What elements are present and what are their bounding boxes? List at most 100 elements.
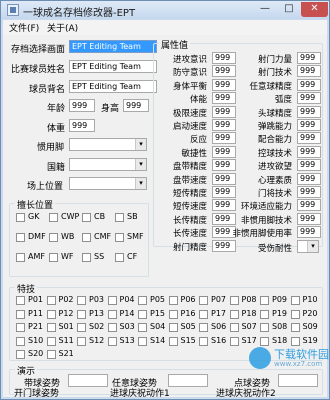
position-checkbox-smf[interactable] [115,233,124,242]
special-checkbox-s14[interactable] [138,336,147,346]
special-checkbox-s05[interactable] [168,323,178,332]
attr-field-left-1[interactable]: 999 [212,65,236,78]
attr-field-right-9[interactable]: 999 [297,172,321,185]
attr-field-right-10[interactable]: 999 [297,186,321,198]
special-checkbox-s01[interactable] [46,323,56,332]
attr-field-left-2[interactable]: 999 [212,78,236,91]
attr-field-right-2[interactable]: 999 [297,78,321,91]
special-checkbox-s06[interactable] [199,323,208,332]
foot-select[interactable]: ▾ [69,138,147,151]
position-checkbox-wb[interactable] [49,233,58,242]
special-checkbox-s15[interactable] [168,336,178,346]
special-checkbox-p06[interactable] [168,296,178,305]
match-name-field[interactable]: EPT Editing Team [69,60,157,73]
close-button[interactable]: ✕ [301,2,328,17]
position-checkbox-wf[interactable] [49,253,58,262]
attr-field-left-9[interactable]: 999 [212,172,236,185]
minimize-button[interactable]: — [253,2,277,17]
position-checkbox-gk[interactable] [16,213,25,222]
special-checkbox-p02[interactable] [46,296,56,305]
attr-field-left-11[interactable]: 999 [212,199,236,212]
position-checkbox-amf[interactable] [16,253,25,262]
special-checkbox-s17[interactable] [229,336,239,346]
menu-file[interactable]: 文件(F) [9,21,39,34]
position-checkbox-cwp[interactable] [49,213,58,222]
special-checkbox-s10[interactable] [16,336,25,346]
special-checkbox-p10[interactable] [290,296,300,305]
attr-field-right-6[interactable]: 999 [297,132,321,145]
attr-field-left-0[interactable]: 999 [212,52,236,64]
performance-field-1[interactable] [168,374,208,387]
position-label-amf: AMF [28,252,45,261]
maximize-button[interactable]: □ [277,2,301,17]
special-checkbox-p03[interactable] [77,296,86,305]
attr-field-right-5[interactable]: 999 [297,119,321,131]
attr-field-left-5[interactable]: 999 [212,119,236,131]
attr-field-left-4[interactable]: 999 [212,105,236,118]
special-checkbox-p11[interactable] [16,309,25,319]
attr-field-left-14[interactable]: 999 [212,239,236,252]
position-checkbox-cf[interactable] [115,253,124,262]
special-checkbox-p08[interactable] [229,296,239,305]
special-checkbox-p15[interactable] [138,309,147,319]
attr-field-right-1[interactable]: 999 [297,65,321,78]
attr-label-left-13: 长传速度 [172,229,207,240]
special-checkbox-s09[interactable] [290,323,300,332]
attr-field-right-4[interactable]: 999 [297,105,321,118]
position-checkbox-cmf[interactable] [82,233,91,242]
special-checkbox-s07[interactable] [229,323,239,332]
attr-field-left-3[interactable]: 999 [212,92,236,105]
attr-field-right-11[interactable]: 999 [297,199,321,212]
position-checkbox-sb[interactable] [115,213,124,222]
performance-field-2[interactable] [278,374,318,387]
attr-field-left-12[interactable]: 999 [212,212,236,225]
special-checkbox-p14[interactable] [107,309,117,319]
special-checkbox-p05[interactable] [138,296,147,305]
save-select-field[interactable]: EPT Editing Team [69,40,157,53]
attr-field-right-7[interactable]: 999 [297,145,321,158]
special-checkbox-p16[interactable] [168,309,178,319]
special-checkbox-s04[interactable] [138,323,147,332]
special-checkbox-p09[interactable] [260,296,269,305]
attr-field-left-8[interactable]: 999 [212,159,236,172]
weight-field[interactable]: 999 [69,119,95,132]
attr-field-right-8[interactable]: 999 [297,159,321,172]
special-checkbox-s08[interactable] [260,323,269,332]
attr-field-right-13[interactable]: 999 [297,226,321,239]
special-checkbox-p01[interactable] [16,296,25,305]
nation-select[interactable]: ▾ [69,158,147,171]
special-checkbox-p18[interactable] [229,309,239,319]
special-checkbox-p12[interactable] [46,309,56,319]
performance-field-0[interactable] [68,374,108,387]
special-checkbox-p13[interactable] [77,309,86,319]
special-checkbox-s16[interactable] [199,336,208,346]
special-checkbox-s03[interactable] [107,323,117,332]
special-checkbox-s12[interactable] [77,336,86,346]
special-checkbox-p04[interactable] [107,296,117,305]
special-checkbox-s20[interactable] [16,350,25,359]
special-checkbox-p17[interactable] [199,309,208,319]
attr-field-right-12[interactable]: 999 [297,212,321,225]
special-checkbox-s11[interactable] [46,336,56,346]
attr-field-right-3[interactable]: 999 [297,92,321,105]
special-checkbox-p19[interactable] [260,309,269,319]
attr-field-left-7[interactable]: 999 [212,145,236,158]
position-checkbox-dmf[interactable] [16,233,25,242]
position-checkbox-ss[interactable] [82,253,91,262]
attr-field-left-10[interactable]: 999 [212,186,236,198]
special-checkbox-p07[interactable] [199,296,208,305]
injury-resistance-select[interactable]: ▾ [297,239,319,253]
attr-field-left-6[interactable]: 999 [212,132,236,145]
attr-field-right-0[interactable]: 999 [297,52,321,64]
height-field[interactable]: 999 [123,99,149,112]
back-name-field[interactable]: EPT Editing Team [69,80,157,93]
position-select[interactable]: ▾ [69,177,147,190]
position-checkbox-cb[interactable] [82,213,91,222]
menu-about[interactable]: 关于(A) [47,21,78,34]
special-checkbox-s13[interactable] [107,336,117,346]
special-checkbox-s21[interactable] [46,350,56,359]
special-checkbox-p20[interactable] [290,309,300,319]
age-field[interactable]: 999 [69,99,95,112]
special-checkbox-s02[interactable] [77,323,86,332]
special-checkbox-p21[interactable] [16,323,25,332]
